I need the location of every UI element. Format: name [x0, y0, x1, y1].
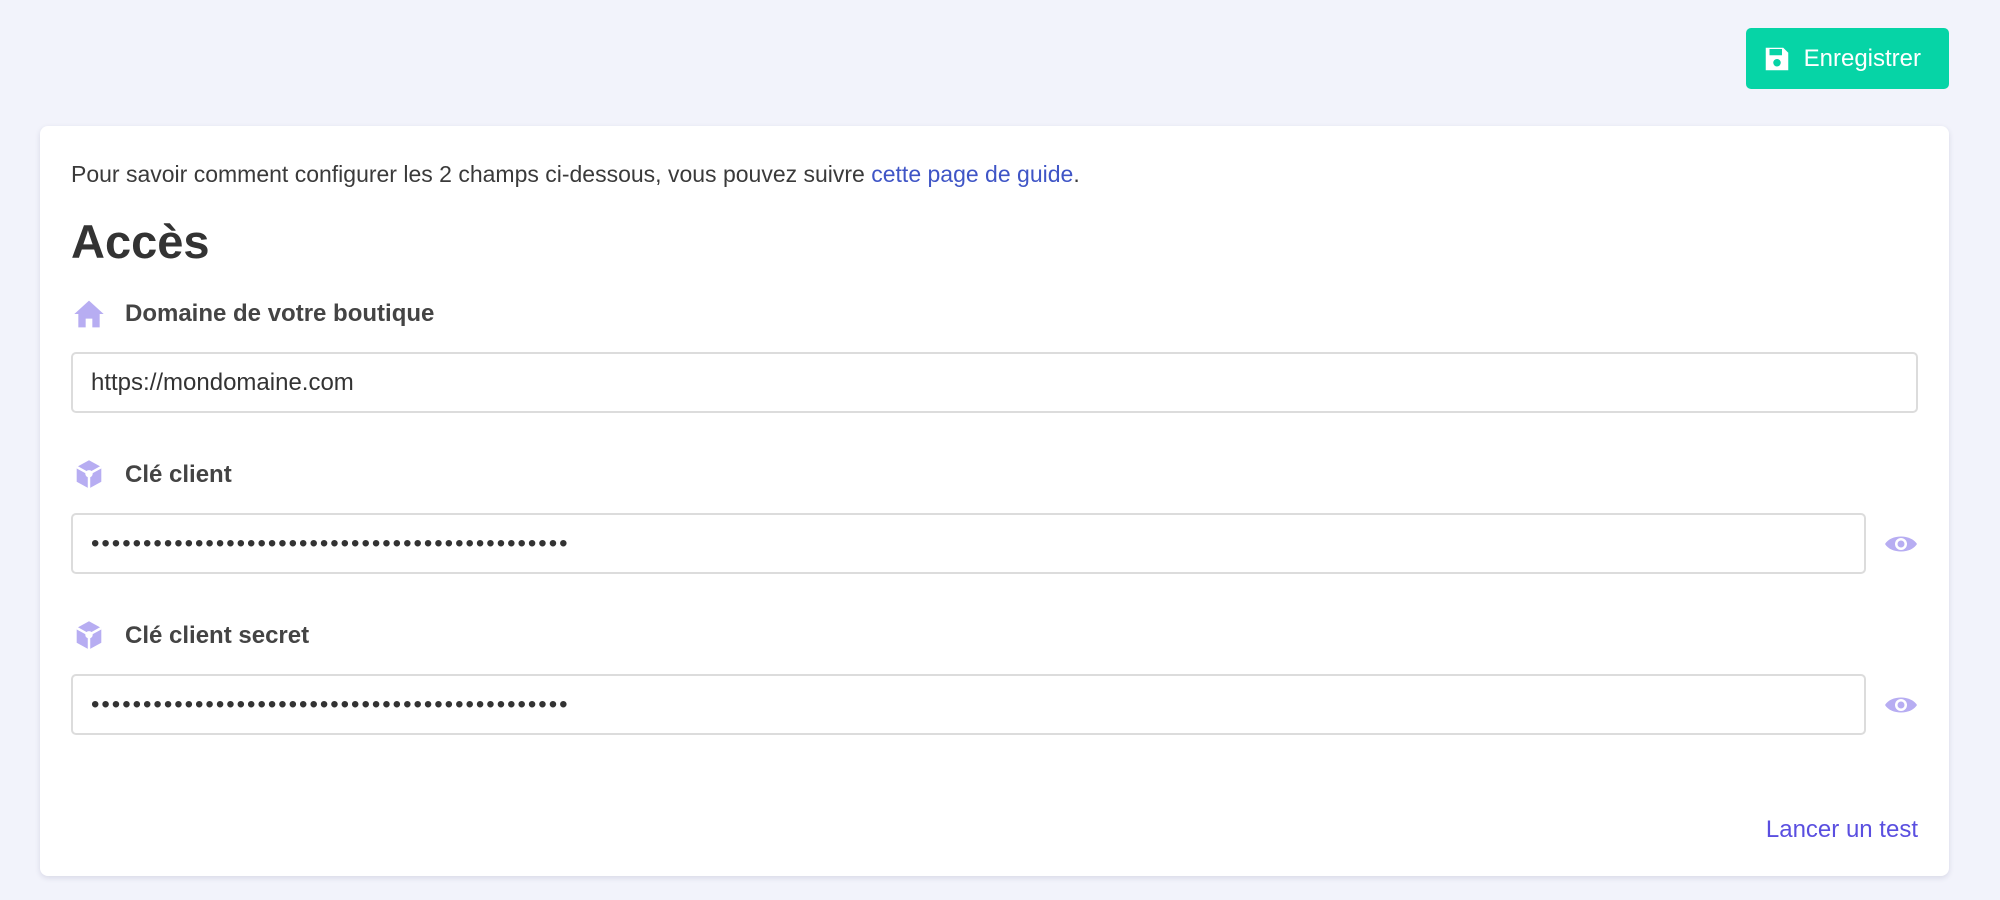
- eye-icon[interactable]: [1866, 674, 1918, 735]
- run-test-link[interactable]: Lancer un test: [1766, 816, 1918, 844]
- field-client-key-label: Clé client: [71, 455, 1918, 495]
- save-button-label: Enregistrer: [1803, 44, 1921, 72]
- field-client-key-row: [71, 513, 1918, 574]
- field-client-secret-label: Clé client secret: [71, 616, 1918, 656]
- field-domain: Domaine de votre boutique: [71, 294, 1918, 413]
- client-key-input[interactable]: [71, 513, 1867, 574]
- field-client-secret-label-text: Clé client secret: [125, 622, 310, 649]
- section-title: Accès: [71, 215, 210, 268]
- intro-text-start: Pour savoir comment configurer les 2 cha…: [71, 161, 872, 187]
- access-card: Pour savoir comment configurer les 2 cha…: [40, 126, 1949, 876]
- field-client-key: Clé client: [71, 455, 1918, 574]
- field-domain-label-text: Domaine de votre boutique: [125, 300, 435, 327]
- field-client-key-label-text: Clé client: [125, 461, 232, 488]
- field-domain-row: [71, 352, 1918, 413]
- domain-input[interactable]: [71, 352, 1918, 413]
- cube-icon: [71, 618, 107, 654]
- save-button[interactable]: Enregistrer: [1745, 28, 1949, 89]
- intro-text: Pour savoir comment configurer les 2 cha…: [71, 158, 1918, 190]
- eye-icon[interactable]: [1866, 513, 1918, 574]
- toolbar: Enregistrer: [1745, 28, 1949, 89]
- home-icon: [71, 296, 107, 332]
- field-domain-label: Domaine de votre boutique: [71, 294, 1918, 334]
- field-client-secret: Clé client secret: [71, 616, 1918, 735]
- client-secret-input[interactable]: [71, 674, 1867, 735]
- field-client-secret-row: [71, 674, 1918, 735]
- intro-text-end: .: [1073, 161, 1080, 187]
- floppy-disk-icon: [1762, 44, 1792, 74]
- guide-link[interactable]: cette page de guide: [871, 161, 1073, 187]
- cube-icon: [71, 457, 107, 493]
